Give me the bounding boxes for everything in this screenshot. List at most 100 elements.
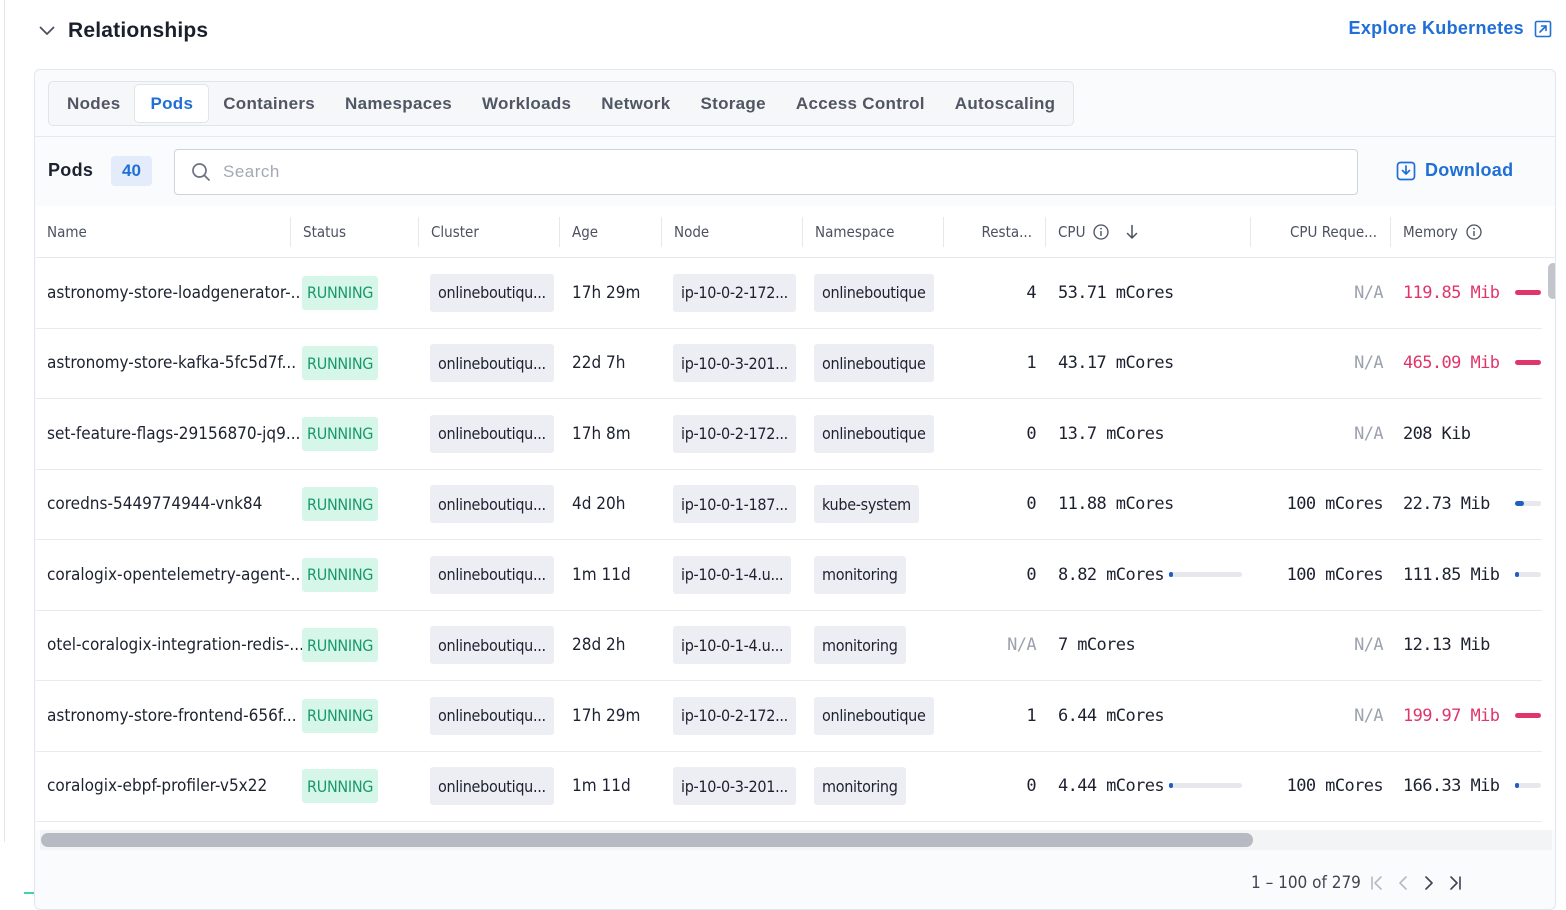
relationships-header[interactable]: Relationships	[36, 14, 208, 48]
node-cell[interactable]: ip-10-0-3-201...	[673, 752, 796, 822]
chevron-down-icon[interactable]	[36, 20, 58, 42]
table-row[interactable]: set-feature-flags-29156870-jq9... RUNNING…	[36, 399, 1542, 470]
node-cell[interactable]: ip-10-0-1-4.u...	[673, 611, 792, 681]
table-row[interactable]: astronomy-store-loadgenerator-... RUNNING…	[36, 258, 1542, 329]
table-row[interactable]: coralogix-opentelemetry-agent-... RUNNING…	[36, 540, 1542, 611]
namespace-chip: monitoring	[814, 767, 906, 806]
cpu-request-cell: N/A	[1263, 681, 1384, 751]
namespace-cell[interactable]: onlineboutique	[814, 258, 934, 328]
pod-name-cell[interactable]: astronomy-store-frontend-656f...	[47, 681, 297, 751]
node-cell[interactable]: ip-10-0-1-4.u...	[673, 540, 792, 610]
pod-name-cell[interactable]: set-feature-flags-29156870-jq9...	[47, 399, 300, 469]
download-button[interactable]: Download	[1396, 160, 1513, 181]
namespace-cell[interactable]: onlineboutique	[814, 329, 934, 399]
explore-kubernetes-link[interactable]: Explore Kubernetes	[1349, 18, 1552, 39]
cluster-cell[interactable]: onlineboutiqu...	[430, 329, 554, 399]
cpu-cell: 43.17 mCores	[1058, 329, 1174, 399]
namespace-cell[interactable]: onlineboutique	[814, 399, 934, 469]
memory-usage-bar-fill	[1515, 360, 1541, 366]
column-divider[interactable]	[802, 217, 803, 247]
tab-autoscaling[interactable]: Autoscaling	[940, 85, 1071, 122]
memory-usage-bar-fill	[1515, 783, 1519, 789]
column-label: CPU	[1058, 223, 1086, 241]
column-header-cpu[interactable]: CPU	[1058, 206, 1139, 258]
namespace-cell[interactable]: monitoring	[814, 611, 906, 681]
column-header-restarts[interactable]: Resta...	[956, 206, 1032, 258]
column-label: Namespace	[815, 223, 895, 241]
first-page-icon[interactable]	[1367, 873, 1387, 893]
cluster-cell[interactable]: onlineboutiqu...	[430, 258, 554, 328]
accent-mark	[24, 892, 34, 894]
column-divider[interactable]	[290, 217, 291, 247]
tab-nodes[interactable]: Nodes	[52, 85, 135, 122]
last-page-icon[interactable]	[1445, 873, 1465, 893]
info-icon[interactable]	[1466, 224, 1482, 240]
node-cell[interactable]: ip-10-0-2-172...	[673, 681, 796, 751]
tab-containers[interactable]: Containers	[208, 85, 330, 122]
pod-name-cell[interactable]: astronomy-store-kafka-5fc5d7f...	[47, 329, 296, 399]
column-header-name[interactable]: Name	[47, 206, 87, 258]
sort-descending-icon[interactable]	[1125, 224, 1139, 240]
column-header-node[interactable]: Node	[674, 206, 709, 258]
column-header-cluster[interactable]: Cluster	[431, 206, 479, 258]
node-cell[interactable]: ip-10-0-2-172...	[673, 258, 796, 328]
table-row[interactable]: coralogix-ebpf-profiler-v5x22 RUNNING onli…	[36, 752, 1542, 822]
table-row[interactable]: astronomy-store-kafka-5fc5d7f... RUNNING o…	[36, 329, 1542, 399]
namespace-cell[interactable]: monitoring	[814, 540, 906, 610]
node-cell[interactable]: ip-10-0-1-187...	[673, 470, 796, 540]
memory-usage-bar	[1515, 712, 1541, 718]
age-cell: 22d 7h	[572, 329, 625, 399]
column-divider[interactable]	[1390, 217, 1391, 247]
column-header-memory[interactable]: Memory	[1403, 206, 1482, 258]
cluster-cell[interactable]: onlineboutiqu...	[430, 540, 554, 610]
column-header-namespace[interactable]: Namespace	[815, 206, 894, 258]
tab-access-control[interactable]: Access Control	[781, 85, 940, 122]
pod-name-cell[interactable]: coredns-5449774944-vnk84	[47, 470, 262, 540]
cluster-cell[interactable]: onlineboutiqu...	[430, 611, 554, 681]
tab-network[interactable]: Network	[586, 85, 685, 122]
cluster-cell[interactable]: onlineboutiqu...	[430, 470, 554, 540]
node-cell[interactable]: ip-10-0-2-172...	[673, 399, 796, 469]
cluster-cell[interactable]: onlineboutiqu...	[430, 399, 554, 469]
column-header-cpu-request[interactable]: CPU Reque...	[1263, 206, 1377, 258]
search-input[interactable]	[221, 161, 1321, 183]
horizontal-scrollbar[interactable]	[41, 833, 1253, 847]
column-divider[interactable]	[559, 217, 560, 247]
tab-workloads[interactable]: Workloads	[467, 85, 586, 122]
namespace-cell[interactable]: monitoring	[814, 752, 906, 822]
pod-name-cell[interactable]: coralogix-opentelemetry-agent-...	[47, 540, 305, 610]
info-icon[interactable]	[1093, 224, 1110, 240]
previous-page-icon[interactable]	[1393, 873, 1413, 893]
cpu-value: 7 mCores	[1058, 635, 1136, 656]
next-page-icon[interactable]	[1419, 873, 1439, 893]
column-divider[interactable]	[661, 217, 662, 247]
age-value: 4d 20h	[572, 494, 626, 515]
namespace-cell[interactable]: kube-system	[814, 470, 919, 540]
cluster-chip: onlineboutiqu...	[430, 767, 554, 806]
tab-pods[interactable]: Pods	[135, 85, 209, 122]
tab-storage[interactable]: Storage	[685, 85, 780, 122]
column-header-age[interactable]: Age	[572, 206, 598, 258]
table-row[interactable]: otel-coralogix-integration-redis-... RUNN…	[36, 611, 1542, 681]
pod-name-cell[interactable]: otel-coralogix-integration-redis-...	[47, 611, 304, 681]
cpu-value: 8.82 mCores	[1058, 564, 1165, 585]
cluster-cell[interactable]: onlineboutiqu...	[430, 681, 554, 751]
node-cell[interactable]: ip-10-0-3-201...	[673, 329, 796, 399]
node-chip: ip-10-0-2-172...	[673, 696, 796, 735]
column-divider[interactable]	[943, 217, 944, 247]
column-divider[interactable]	[1250, 217, 1251, 247]
namespace-cell[interactable]: onlineboutique	[814, 681, 934, 751]
pod-name-cell[interactable]: coralogix-ebpf-profiler-v5x22	[47, 752, 267, 822]
cluster-cell[interactable]: onlineboutiqu...	[430, 752, 554, 822]
column-header-status[interactable]: Status	[303, 206, 346, 258]
table-row[interactable]: coredns-5449774944-vnk84 RUNNING onlinebou…	[36, 470, 1542, 540]
column-divider[interactable]	[418, 217, 419, 247]
search-box[interactable]	[174, 149, 1358, 195]
vertical-scrollbar[interactable]	[1548, 263, 1555, 299]
table-row[interactable]: astronomy-store-frontend-656f... RUNNING o…	[36, 681, 1542, 752]
memory-value: 22.73 Mib	[1403, 494, 1490, 515]
tab-namespaces[interactable]: Namespaces	[330, 85, 467, 122]
pod-name-cell[interactable]: astronomy-store-loadgenerator-...	[47, 258, 305, 328]
column-divider[interactable]	[1045, 217, 1046, 247]
status-badge: RUNNING	[302, 346, 379, 381]
